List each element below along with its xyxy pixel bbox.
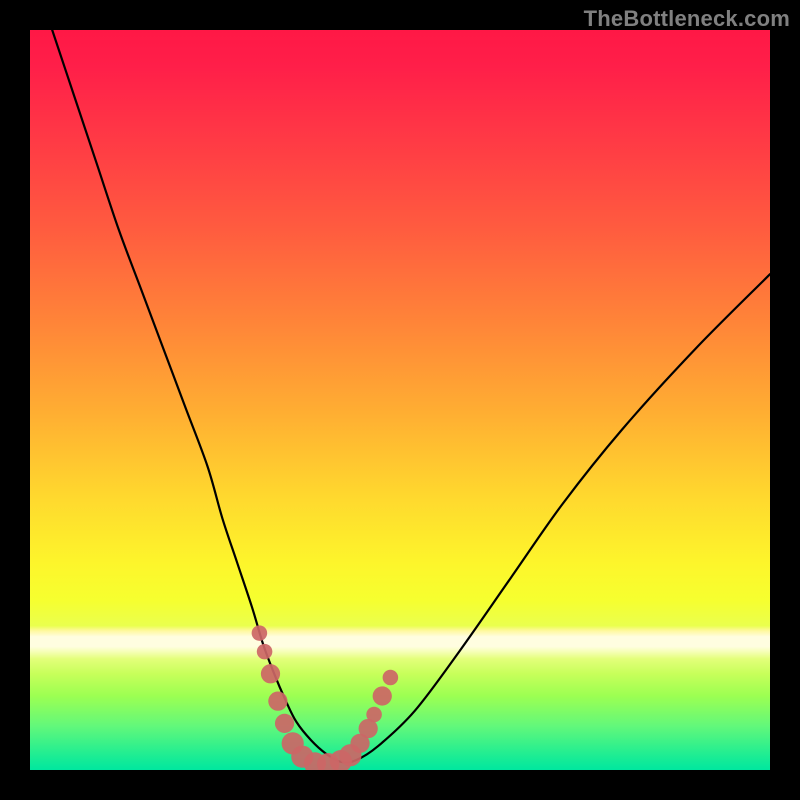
bottleneck-curve-path: [52, 30, 770, 763]
curve-layer: [30, 30, 770, 770]
attribution-text: TheBottleneck.com: [584, 6, 790, 32]
valley-marker: [275, 714, 294, 733]
valley-marker: [366, 707, 382, 723]
plot-area: [30, 30, 770, 770]
bottleneck-curve: [52, 30, 770, 763]
valley-marker: [373, 686, 392, 705]
valley-marker: [261, 664, 280, 683]
figure-root: TheBottleneck.com: [0, 0, 800, 800]
valley-marker: [268, 692, 287, 711]
valley-marker: [257, 644, 273, 660]
valley-marker: [252, 625, 268, 641]
valley-marker: [383, 670, 399, 686]
